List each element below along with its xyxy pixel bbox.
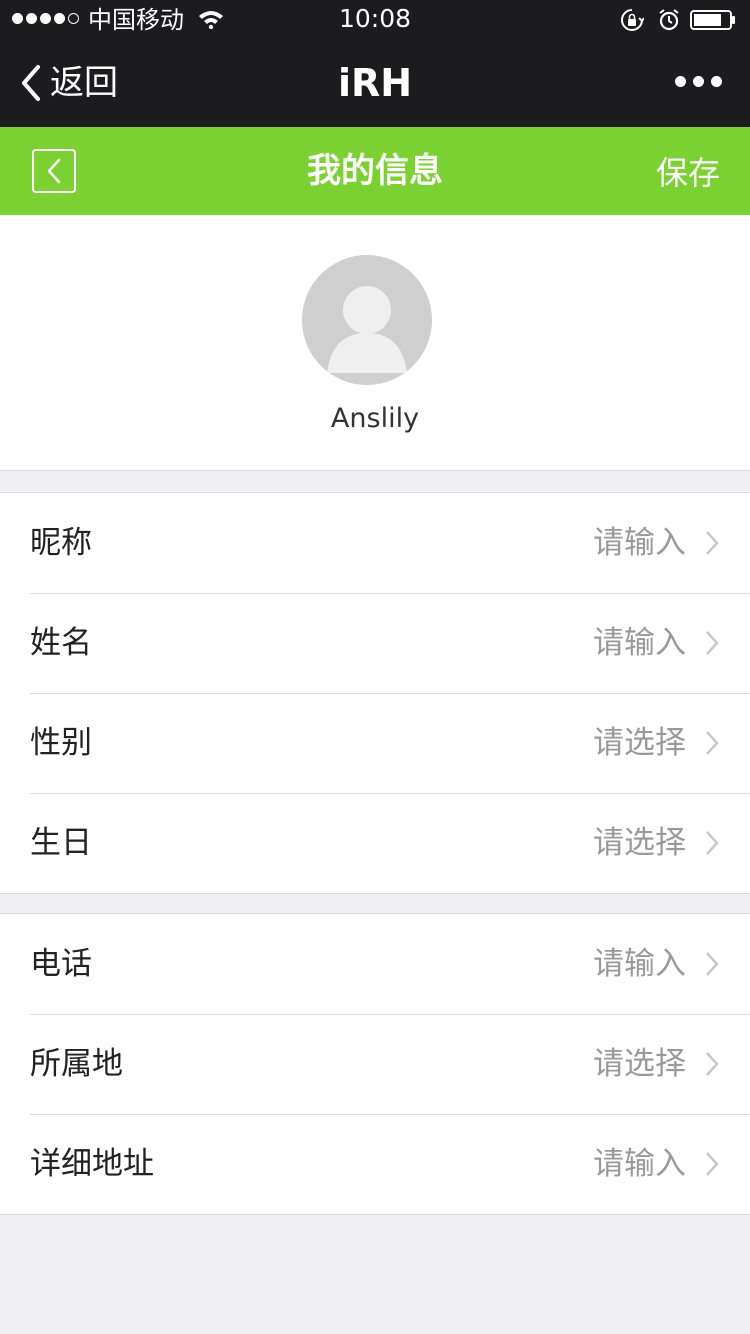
chevron-right-icon: [706, 631, 719, 655]
chevron-right-icon: [706, 831, 719, 855]
field-placeholder: 请输入: [593, 946, 686, 982]
field-row-name[interactable]: 姓名 请输入: [0, 593, 750, 693]
rotation-lock-icon: [621, 9, 644, 31]
alarm-icon: [659, 9, 679, 31]
field-placeholder: 请选择: [593, 825, 686, 861]
field-row-birthday[interactable]: 生日 请选择: [0, 793, 750, 893]
field-label: 昵称: [30, 525, 92, 561]
field-label: 姓名: [30, 625, 92, 661]
field-label: 所属地: [30, 1046, 123, 1082]
chevron-right-icon: [706, 952, 719, 976]
wechat-nav-bar: 返回 iRH: [0, 40, 750, 127]
avatar[interactable]: [302, 255, 432, 385]
field-row-gender[interactable]: 性别 请选择: [0, 693, 750, 793]
field-placeholder: 请选择: [593, 725, 686, 761]
field-placeholder: 请输入: [593, 625, 686, 661]
screen: 中国移动 10:08 返回 iRH 我的信息 保存 Anslily 昵称 请输入…: [0, 0, 750, 1334]
save-button[interactable]: 保存: [656, 149, 720, 197]
chevron-right-icon: [706, 1052, 719, 1076]
field-row-phone[interactable]: 电话 请输入: [0, 914, 750, 1014]
profile-section: Anslily: [0, 215, 750, 471]
page-title: 我的信息: [307, 151, 443, 191]
field-row-region[interactable]: 所属地 请选择: [0, 1014, 750, 1114]
field-label: 性别: [30, 725, 92, 761]
chevron-right-icon: [706, 1152, 719, 1176]
battery-icon: [690, 10, 735, 30]
user-avatar-icon: [327, 286, 407, 373]
chevron-right-icon: [706, 731, 719, 755]
status-bar: 中国移动 10:08: [0, 0, 750, 40]
field-label: 详细地址: [30, 1146, 154, 1182]
wechat-page-title: iRH: [337, 61, 413, 105]
field-row-nickname[interactable]: 昵称 请输入: [0, 493, 750, 593]
chevron-right-icon: [706, 531, 719, 555]
field-placeholder: 请输入: [593, 525, 686, 561]
field-label: 电话: [30, 946, 92, 982]
field-placeholder: 请输入: [593, 1146, 686, 1182]
info-group-contact: 电话 请输入 所属地 请选择 详细地址 请输入: [0, 913, 750, 1215]
field-row-address[interactable]: 详细地址 请输入: [0, 1114, 750, 1214]
info-group-basic: 昵称 请输入 姓名 请输入 性别 请选择 生日 请选择: [0, 492, 750, 894]
field-placeholder: 请选择: [593, 1046, 686, 1082]
username: Anslily: [330, 403, 420, 434]
ellipsis-icon[interactable]: [675, 76, 722, 87]
field-label: 生日: [30, 825, 92, 861]
page-header: 我的信息 保存: [0, 127, 750, 215]
